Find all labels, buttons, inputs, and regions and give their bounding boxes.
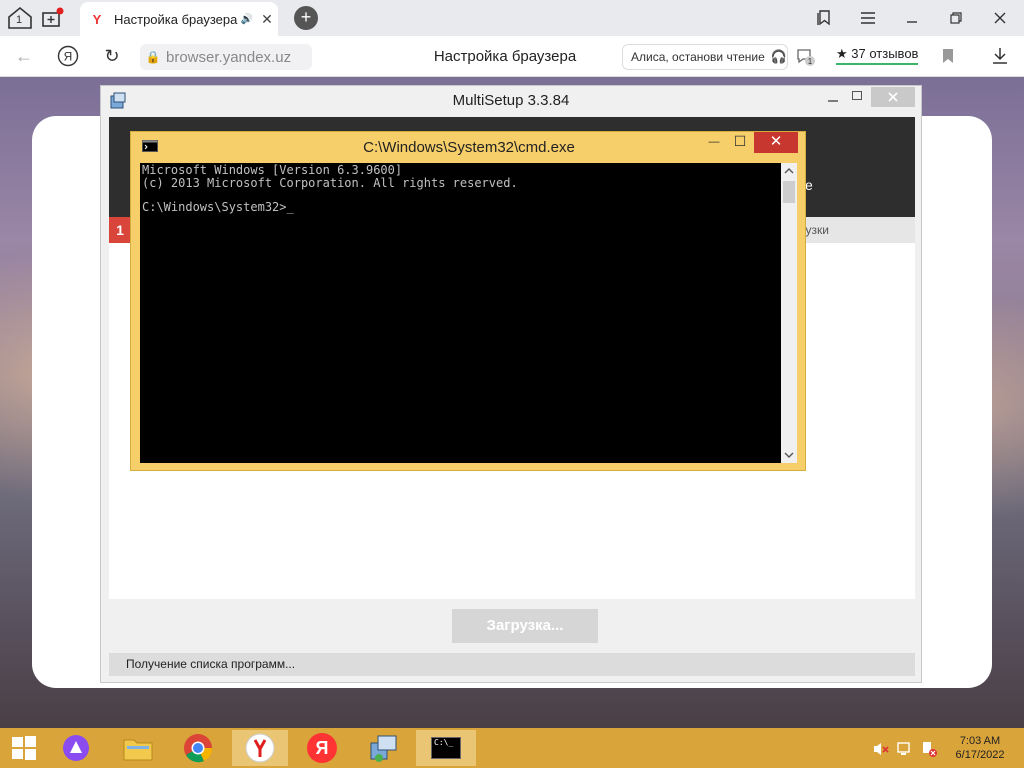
start-button[interactable] [0,730,48,766]
console-prompt: C:\Windows\System32>_ [142,200,294,214]
cmd-icon: C:\_ [431,737,461,759]
cmd-minimize-icon[interactable]: — [703,134,725,150]
reload-icon[interactable]: ↻ [100,44,124,68]
action-center-icon[interactable] [920,740,938,758]
alice-taskbar-button[interactable] [50,730,102,766]
yandex-browser-taskbar-button[interactable] [232,730,288,766]
clock-date: 6/17/2022 [955,749,1005,761]
multisetup-title: MultiSetup 3.3.84 [452,92,570,109]
chrome-taskbar-button[interactable] [170,730,226,766]
browser-tab-strip: 1 Y Настройка браузера 🔊 ✕ + [0,0,1024,36]
download-button[interactable]: Загрузка... [452,609,598,643]
restore-icon[interactable] [944,6,968,30]
clock-time: 7:03 AM [959,735,1001,747]
network-icon[interactable] [896,740,914,758]
download-icon[interactable] [988,44,1012,68]
svg-text:1: 1 [808,57,813,66]
cmd-taskbar-button[interactable]: C:\_ [416,730,476,766]
yandex-icon: Я [307,733,337,763]
tab-count: 1 [16,14,23,26]
cmd-close-icon[interactable]: ✕ [754,132,798,153]
multisetup-header-fragment: е [805,177,813,193]
cmd-window: C:\Windows\System32\cmd.exe — ☐ ✕ Micros… [130,131,806,471]
new-window-button[interactable] [40,5,66,31]
multisetup-close-icon[interactable] [871,87,915,107]
alice-icon [63,735,89,761]
page-title: Настройка браузера [433,48,577,65]
tab-close-icon[interactable]: ✕ [256,11,278,28]
minimize-icon[interactable] [900,6,924,30]
menu-icon[interactable] [856,6,880,30]
star-icon: ★ [836,46,848,61]
bookmarks-panel-icon[interactable] [812,6,836,30]
cmd-maximize-icon[interactable]: ☐ [729,133,751,149]
headphones-icon: 🎧 [770,49,787,64]
step-number-badge: 1 [109,217,131,243]
lock-icon[interactable]: 🔒 [140,50,166,64]
alice-stop-reading-button[interactable]: Алиса, останови чтение 🎧 [622,44,788,70]
multisetup-minimize-icon[interactable] [823,90,843,106]
back-arrow-icon[interactable]: ← [12,44,36,68]
alice-label: Алиса, останови чтение [631,50,765,64]
yandex-favicon-icon: Y [92,11,102,27]
cmd-scrollbar[interactable] [781,163,797,463]
close-window-icon[interactable] [988,6,1012,30]
yandex-taskbar-button[interactable]: Я [294,730,350,766]
address-bar-row: ← Я ↻ 🔒 browser.yandex.uz Настройка брау… [0,36,1024,77]
yandex-logo-icon[interactable]: Я [56,44,80,68]
multisetup-taskbar-button[interactable] [356,730,412,766]
scroll-up-icon[interactable] [784,167,794,175]
yandex-browser-icon [245,733,275,763]
taskbar-clock[interactable]: 7:03 AM 6/17/2022 [940,734,1020,762]
bookmark-icon[interactable] [938,44,958,68]
tabs-overview-button[interactable]: 1 [6,5,34,31]
new-tab-button[interactable]: + [294,6,318,30]
multisetup-installer-icon [370,735,397,762]
url-text: browser.yandex.uz [166,48,292,66]
cmd-titlebar: C:\Windows\System32\cmd.exe — ☐ ✕ [131,132,805,162]
url-field[interactable]: 🔒 browser.yandex.uz [140,44,312,70]
taskbar: Я C:\_ [0,728,1024,768]
sound-playing-icon[interactable]: 🔊 [238,14,256,25]
multisetup-status-bar: Получение списка программ... [109,653,915,676]
windows-logo-icon [12,736,36,760]
explorer-taskbar-button[interactable] [110,730,166,766]
reviews-label: 37 отзывов [851,46,919,61]
folder-icon [123,739,153,761]
new-window-icon [42,7,64,27]
notifications-icon[interactable]: 1 [794,44,818,70]
cmd-console[interactable]: Microsoft Windows [Version 6.3.9600] (c)… [140,163,781,463]
scroll-down-icon[interactable] [784,451,794,459]
volume-muted-icon[interactable] [872,740,890,758]
tab-title: Настройка браузера [114,11,238,27]
browser-tab[interactable]: Y Настройка браузера 🔊 ✕ [80,2,278,36]
scroll-thumb[interactable] [783,181,795,203]
console-line: (c) 2013 Microsoft Corporation. All righ… [142,175,518,190]
multisetup-maximize-icon[interactable] [847,88,867,104]
reviews-link[interactable]: ★ 37 отзывов [836,46,919,65]
chrome-icon [184,734,213,763]
multisetup-titlebar: MultiSetup 3.3.84 [101,86,921,116]
svg-text:Я: Я [64,50,73,64]
